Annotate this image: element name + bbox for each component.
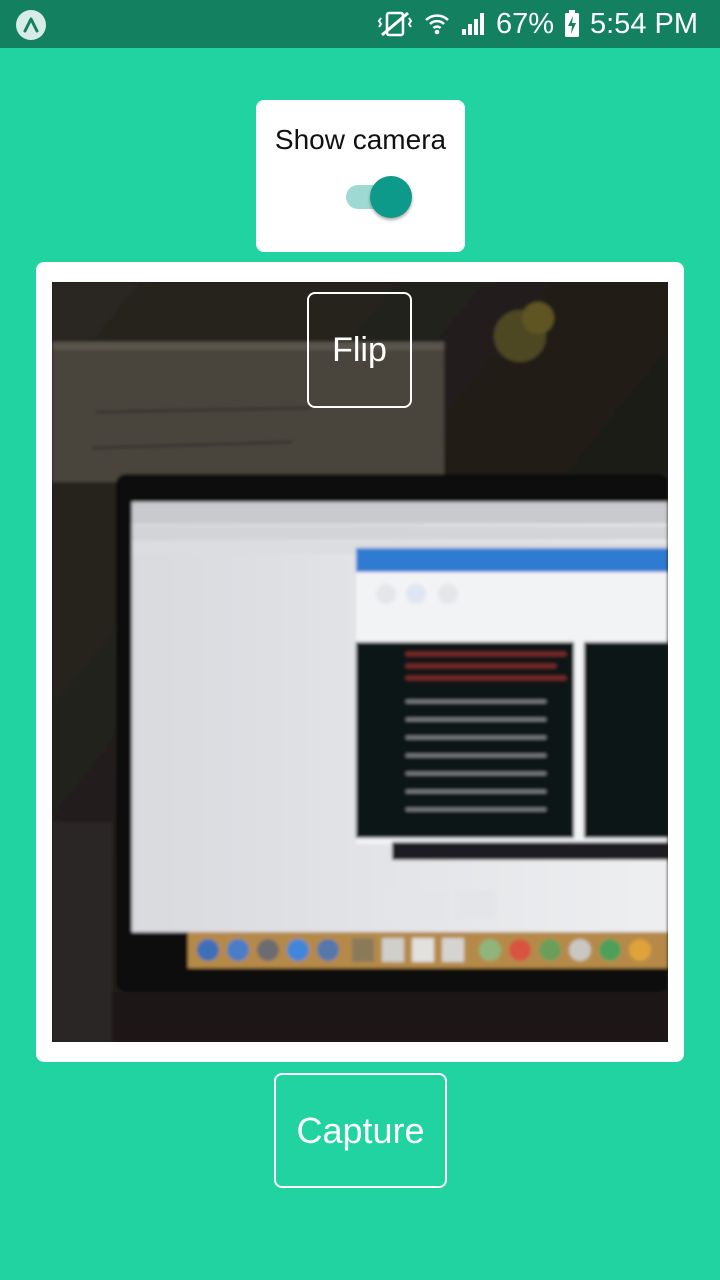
status-icons: 67% 5:54 PM — [376, 0, 698, 48]
mute-vibrate-icon — [376, 11, 414, 37]
cellular-signal-icon — [460, 11, 486, 37]
battery-charging-icon — [564, 10, 580, 38]
capture-button[interactable]: Capture — [274, 1073, 447, 1188]
switch-thumb[interactable] — [370, 176, 412, 218]
expo-app-icon — [16, 10, 46, 40]
clock: 5:54 PM — [590, 7, 698, 40]
battery-percent: 67% — [495, 7, 554, 40]
flip-button[interactable]: Flip — [307, 292, 412, 408]
camera-frame: Flip — [36, 262, 684, 1062]
status-bar: 67% 5:54 PM — [0, 0, 720, 48]
camera-preview: Flip — [52, 282, 668, 1042]
show-camera-label: Show camera — [274, 124, 447, 155]
show-camera-card: Show camera — [256, 100, 465, 252]
show-camera-switch[interactable] — [346, 176, 412, 218]
wifi-icon — [424, 11, 450, 37]
